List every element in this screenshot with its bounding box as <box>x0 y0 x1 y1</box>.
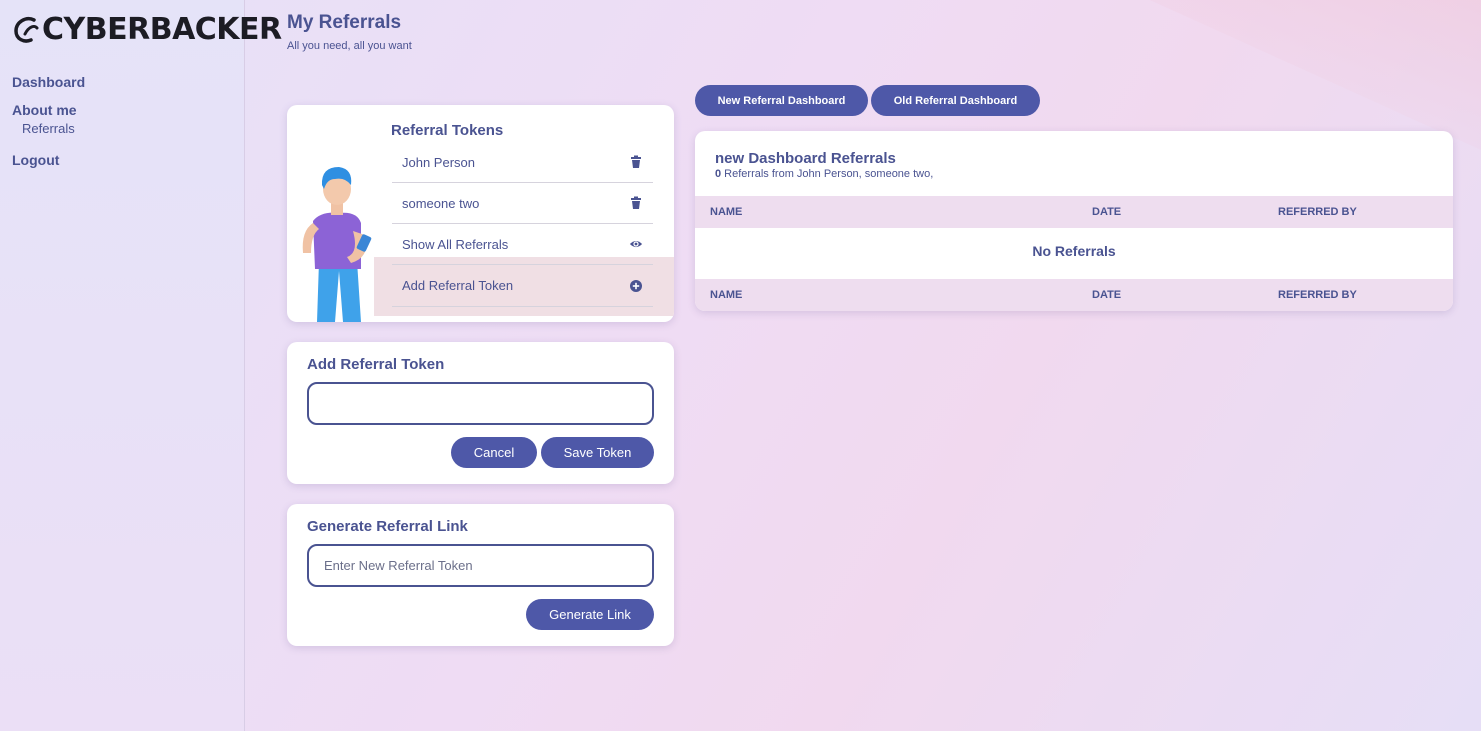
sidebar-item-about-me[interactable]: About me <box>12 100 85 120</box>
tab-new-referral-dashboard[interactable]: New Referral Dashboard <box>695 85 868 116</box>
sidebar-nav: Dashboard About me Referrals Logout <box>12 72 85 170</box>
empty-state-text: No Referrals <box>1032 243 1116 259</box>
show-all-referrals-row[interactable]: Show All Referrals <box>392 224 653 265</box>
dashboard-referrals-card: new Dashboard Referrals 0 Referrals from… <box>695 131 1453 311</box>
column-date[interactable]: DATE <box>1092 206 1121 218</box>
referral-summary-text: Referrals from John Person, someone two, <box>721 168 934 180</box>
add-token-label: Add Referral Token <box>402 278 514 293</box>
tab-old-referral-dashboard[interactable]: Old Referral Dashboard <box>871 85 1040 116</box>
column-referred-by: REFERRED BY <box>1278 289 1357 301</box>
column-referred-by[interactable]: REFERRED BY <box>1278 206 1357 218</box>
referral-tokens-card: Referral Tokens John Person someone two … <box>287 105 674 322</box>
brand-name: CYBERBACKER <box>42 12 282 47</box>
token-label: Show All Referrals <box>402 236 509 252</box>
referral-token-input[interactable] <box>307 544 654 587</box>
referrals-title: new Dashboard Referrals <box>715 150 896 167</box>
column-name: NAME <box>710 289 743 301</box>
token-label: someone two <box>402 195 480 211</box>
sidebar-item-dashboard[interactable]: Dashboard <box>12 72 85 92</box>
sidebar: CYBERBACKER Dashboard About me Referrals… <box>0 0 282 731</box>
cyberbacker-logo-icon <box>14 16 39 43</box>
referrals-summary: 0 Referrals from John Person, someone tw… <box>715 168 933 180</box>
token-list: John Person someone two Show All Referra… <box>392 142 653 265</box>
generate-referral-link-card: Generate Referral Link Generate Link <box>287 504 674 646</box>
token-input[interactable] <box>307 382 654 425</box>
column-date: DATE <box>1092 289 1122 301</box>
add-token-title: Add Referral Token <box>307 356 445 373</box>
page-subtitle: All you need, all you want <box>287 40 412 52</box>
add-referral-token-card: Add Referral Token Cancel Save Token <box>287 342 674 484</box>
plus-circle-icon[interactable] <box>629 279 643 293</box>
token-label: John Person <box>402 154 475 170</box>
generate-link-button[interactable]: Generate Link <box>526 599 654 630</box>
table-header: NAME DATE REFERRED BY <box>695 196 1453 228</box>
background-shape <box>1149 0 1481 150</box>
trash-icon[interactable] <box>629 196 643 210</box>
add-referral-token-row[interactable]: Add Referral Token <box>392 265 653 307</box>
sidebar-item-referrals[interactable]: Referrals <box>12 120 85 142</box>
referral-tokens-title: Referral Tokens <box>391 122 504 139</box>
trash-icon[interactable] <box>629 155 643 169</box>
generate-link-title: Generate Referral Link <box>307 518 468 535</box>
sidebar-item-logout[interactable]: Logout <box>12 150 85 170</box>
brand-logo[interactable]: CYBERBACKER <box>12 12 282 47</box>
token-row-someone-two[interactable]: someone two <box>392 183 653 224</box>
page-title: My Referrals <box>287 12 402 33</box>
token-row-john-person[interactable]: John Person <box>392 142 653 183</box>
column-name[interactable]: NAME <box>710 206 742 218</box>
cancel-button[interactable]: Cancel <box>451 437 537 468</box>
eye-icon[interactable] <box>629 237 643 251</box>
person-illustration <box>302 167 372 322</box>
table-footer: NAME DATE REFERRED BY <box>695 279 1453 311</box>
save-token-button[interactable]: Save Token <box>541 437 654 468</box>
